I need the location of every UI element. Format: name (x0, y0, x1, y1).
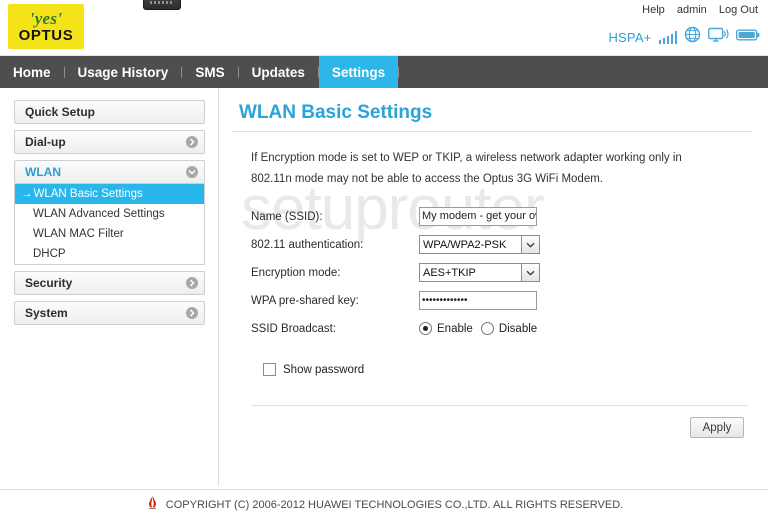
wpa-key-label: WPA pre-shared key: (251, 294, 359, 307)
radio-label: Enable (437, 322, 473, 335)
nav-item-home[interactable]: Home (0, 56, 64, 88)
sidebar-item-label: Security (25, 276, 73, 290)
form-row-authentication: 802.11 authentication: WPA/WPA2-PSK (251, 232, 752, 257)
help-link[interactable]: Help (642, 4, 665, 16)
sidebar-item-label: Dial-up (25, 135, 66, 149)
sidebar-item-wlan-advanced-settings[interactable]: WLAN Advanced Settings (15, 204, 204, 224)
huawei-logo-icon (145, 495, 160, 515)
show-password-label: Show password (283, 363, 365, 376)
status-indicators: HSPA+ (608, 26, 760, 48)
sidebar-item-quick-setup[interactable]: Quick Setup (14, 100, 205, 124)
apply-button[interactable]: Apply (690, 417, 744, 438)
chevron-right-icon (186, 136, 198, 148)
authentication-select[interactable]: WPA/WPA2-PSK (419, 235, 540, 254)
sidebar-group-security: Security (14, 271, 205, 295)
router-admin-page: 'yes' OPTUS Help admin Log Out HSPA+ Hom… (0, 0, 768, 519)
sidebar-group-system: System (14, 301, 205, 325)
logout-link[interactable]: Log Out (719, 4, 758, 16)
optus-logo: 'yes' OPTUS (8, 4, 84, 49)
sidebar-item-wlan-mac-filter[interactable]: WLAN MAC Filter (15, 224, 204, 244)
chevron-down-icon (521, 264, 539, 281)
encryption-mode-label: Encryption mode: (251, 266, 341, 279)
encryption-mode-selected-value: AES+TKIP (423, 266, 476, 279)
sidebar-item-label: WLAN Basic Settings (33, 188, 143, 200)
sidebar-group-quick-setup: Quick Setup (14, 100, 205, 124)
page-header: 'yes' OPTUS Help admin Log Out HSPA+ (0, 0, 768, 56)
chevron-right-icon (186, 277, 198, 289)
radio-unselected-icon (480, 322, 494, 335)
form-row-wpa-key: WPA pre-shared key: ••••••••••••• (251, 288, 752, 313)
nav-item-usage-history[interactable]: Usage History (65, 56, 182, 88)
ssid-broadcast-enable-radio[interactable]: Enable (419, 322, 473, 335)
sidebar-submenu-wlan: →WLAN Basic Settings WLAN Advanced Setti… (14, 184, 205, 265)
sidebar-item-security[interactable]: Security (14, 271, 205, 295)
signal-bars-icon (658, 30, 677, 44)
header-links: Help admin Log Out (633, 4, 758, 16)
sidebar-item-label: WLAN (25, 165, 61, 179)
content-panel: WLAN Basic Settings If Encryption mode i… (219, 88, 768, 486)
form-row-ssid: Name (SSID): My modem - get your own (251, 204, 752, 229)
form-row-ssid-broadcast: SSID Broadcast: Enable Disable (251, 316, 752, 341)
sidebar-menu: Quick Setup Dial-up WLAN →WLAN Basic Set… (0, 88, 218, 331)
ssid-broadcast-label: SSID Broadcast: (251, 322, 337, 335)
sidebar-item-label: WLAN MAC Filter (33, 228, 124, 240)
sidebar-item-label: DHCP (33, 248, 66, 260)
ssid-input[interactable]: My modem - get your own (419, 207, 537, 226)
ssid-broadcast-disable-radio[interactable]: Disable (480, 322, 538, 335)
wpa-key-input[interactable]: ••••••••••••• (419, 291, 537, 310)
encryption-notice-text: If Encryption mode is set to WEP or TKIP… (251, 152, 682, 185)
title-divider (231, 131, 752, 132)
show-password-checkbox[interactable]: Show password (263, 363, 752, 376)
page-title: WLAN Basic Settings (239, 102, 433, 123)
chevron-down-icon (186, 166, 198, 178)
monitor-signal-icon (707, 27, 729, 48)
checkbox-unchecked-icon (263, 363, 276, 376)
radio-label: Disable (498, 322, 538, 335)
modem-device-icon (143, 0, 181, 10)
sidebar-item-dial-up[interactable]: Dial-up (14, 130, 205, 154)
logo-optus-text: OPTUS (18, 27, 74, 44)
nav-item-sms[interactable]: SMS (182, 56, 237, 88)
globe-icon (684, 26, 701, 48)
sidebar-item-label: WLAN Advanced Settings (33, 208, 165, 220)
copyright-text: COPYRIGHT (C) 2006-2012 HUAWEI TECHNOLOG… (165, 498, 624, 511)
form-row-encryption-mode: Encryption mode: AES+TKIP (251, 260, 752, 285)
page-body: Quick Setup Dial-up WLAN →WLAN Basic Set… (0, 88, 768, 486)
arrow-right-marker-icon: → (21, 188, 33, 200)
chevron-right-icon (186, 307, 198, 319)
encryption-mode-select[interactable]: AES+TKIP (419, 263, 540, 282)
battery-icon (735, 28, 760, 47)
radio-selected-icon (419, 322, 432, 335)
chevron-down-icon (521, 236, 539, 253)
nav-separator (398, 66, 400, 78)
sidebar-item-dhcp[interactable]: DHCP (15, 244, 204, 264)
sidebar-item-system[interactable]: System (14, 301, 205, 325)
apply-button-row: Apply (231, 417, 744, 438)
logo-yes-text: 'yes' (29, 9, 63, 28)
authentication-label: 802.11 authentication: (251, 238, 364, 251)
sidebar-group-wlan: WLAN →WLAN Basic Settings WLAN Advanced … (14, 160, 205, 265)
network-type-label: HSPA+ (608, 29, 652, 45)
admin-link[interactable]: admin (677, 4, 707, 16)
nav-item-settings[interactable]: Settings (318, 56, 399, 88)
sidebar-item-wlan-basic-settings[interactable]: →WLAN Basic Settings (15, 184, 204, 204)
page-footer: COPYRIGHT (C) 2006-2012 HUAWEI TECHNOLOG… (0, 489, 768, 519)
ssid-broadcast-radio-group: Enable Disable (419, 322, 537, 335)
sidebar-item-wlan[interactable]: WLAN (14, 160, 205, 184)
main-navigation: Home Usage History SMS Updates Settings (0, 56, 768, 88)
form-bottom-divider (251, 405, 748, 406)
nav-item-updates[interactable]: Updates (239, 56, 318, 88)
wlan-settings-form: Name (SSID): My modem - get your own 802… (231, 204, 752, 341)
authentication-selected-value: WPA/WPA2-PSK (423, 238, 507, 251)
ssid-label: Name (SSID): (251, 210, 323, 223)
sidebar-group-dial-up: Dial-up (14, 130, 205, 154)
sidebar-item-label: Quick Setup (25, 105, 96, 119)
sidebar-item-label: System (25, 306, 68, 320)
